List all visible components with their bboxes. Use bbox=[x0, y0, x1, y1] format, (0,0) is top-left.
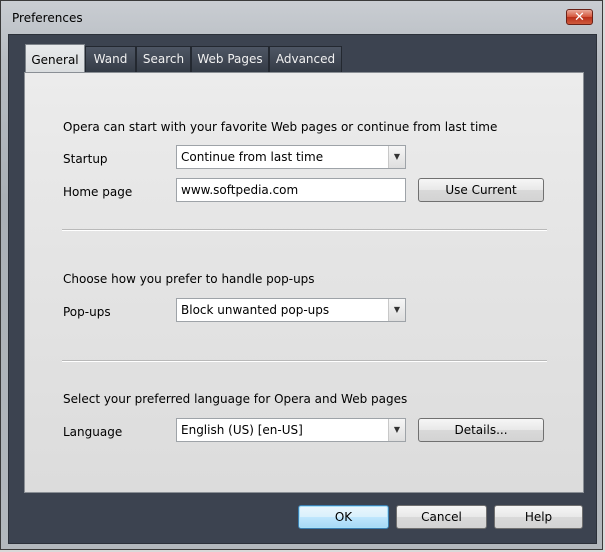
language-select[interactable]: English (US) [en-US] ▼ bbox=[176, 418, 406, 442]
close-icon: ✕ bbox=[574, 10, 585, 25]
use-current-button[interactable]: Use Current bbox=[418, 178, 544, 202]
chevron-down-icon: ▼ bbox=[388, 299, 405, 321]
close-button[interactable]: ✕ bbox=[566, 9, 593, 25]
homepage-input-value: www.softpedia.com bbox=[181, 183, 299, 197]
startup-heading: Opera can start with your favorite Web p… bbox=[63, 120, 498, 134]
language-heading: Select your preferred language for Opera… bbox=[63, 392, 408, 406]
popups-select[interactable]: Block unwanted pop-ups ▼ bbox=[176, 298, 406, 322]
window-title: Preferences bbox=[12, 11, 83, 25]
startup-select[interactable]: Continue from last time ▼ bbox=[176, 145, 406, 169]
general-panel: Opera can start with your favorite Web p… bbox=[24, 72, 584, 493]
language-select-value: English (US) [en-US] bbox=[181, 423, 303, 437]
help-button[interactable]: Help bbox=[494, 505, 583, 529]
popups-label: Pop-ups bbox=[63, 305, 111, 319]
tab-search[interactable]: Search bbox=[136, 46, 191, 72]
chevron-down-icon: ▼ bbox=[388, 419, 405, 441]
details-button[interactable]: Details... bbox=[418, 418, 544, 442]
cancel-button[interactable]: Cancel bbox=[396, 505, 487, 529]
title-bar[interactable]: Preferences ✕ bbox=[1, 1, 602, 35]
startup-select-value: Continue from last time bbox=[181, 150, 324, 164]
startup-label: Startup bbox=[63, 152, 108, 166]
tab-general[interactable]: General bbox=[25, 44, 85, 73]
tab-wand[interactable]: Wand bbox=[85, 46, 136, 72]
dialog-body: General Wand Search Web Pages Advanced O… bbox=[8, 34, 597, 544]
popups-select-value: Block unwanted pop-ups bbox=[181, 303, 330, 317]
language-label: Language bbox=[63, 425, 123, 439]
popups-heading: Choose how you prefer to handle pop-ups bbox=[63, 272, 315, 286]
tab-web-pages[interactable]: Web Pages bbox=[191, 46, 269, 72]
divider bbox=[62, 360, 547, 362]
homepage-input[interactable]: www.softpedia.com bbox=[176, 178, 406, 202]
ok-button[interactable]: OK bbox=[298, 505, 389, 529]
preferences-window: Preferences ✕ General Wand Search Web Pa… bbox=[0, 0, 603, 550]
chevron-down-icon: ▼ bbox=[388, 146, 405, 168]
homepage-label: Home page bbox=[63, 185, 133, 199]
tab-advanced[interactable]: Advanced bbox=[269, 46, 342, 72]
divider bbox=[62, 229, 547, 231]
